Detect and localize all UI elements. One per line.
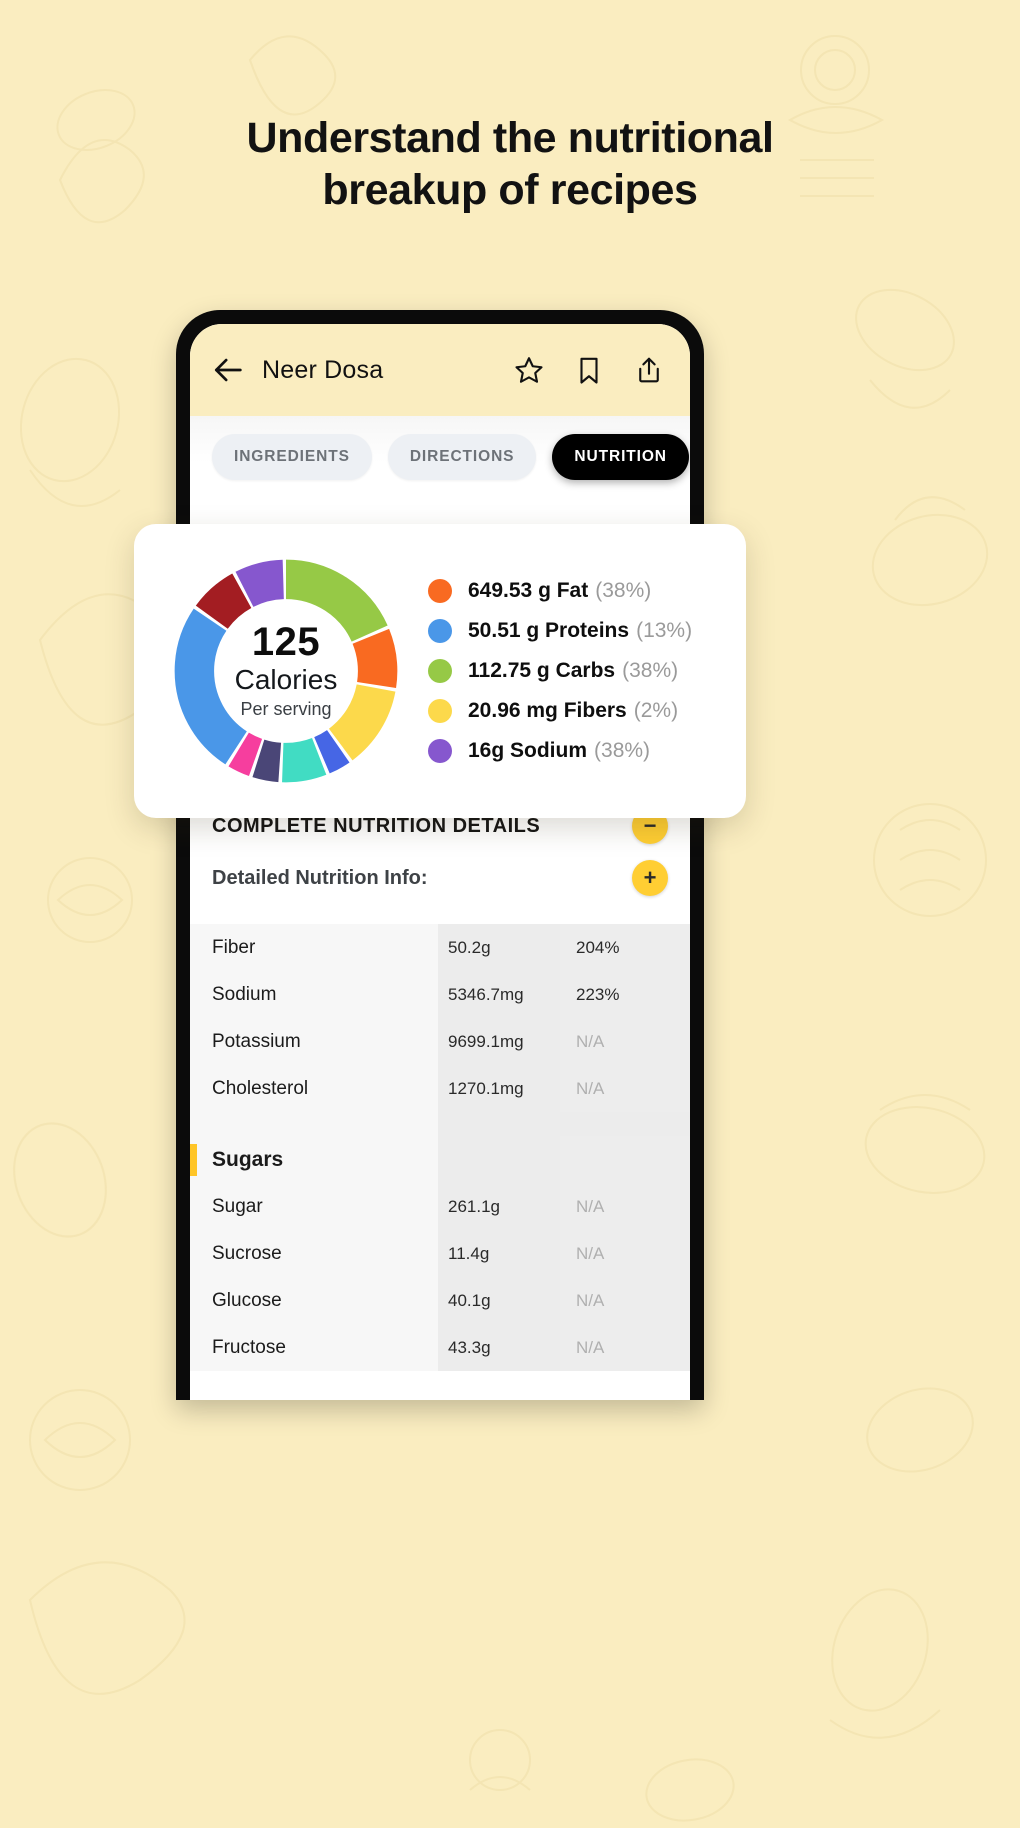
legend-percent: (38%)	[595, 579, 652, 602]
arrow-left-icon[interactable]	[212, 353, 246, 387]
nutrition-summary-card: 125 Calories Per serving 649.53 g Fat (38…	[134, 524, 746, 818]
donut-svg	[174, 559, 398, 783]
nutrient-name: Sugars	[190, 1136, 438, 1183]
nutrient-amount	[438, 1136, 560, 1183]
calorie-donut-chart: 125 Calories Per serving	[170, 555, 402, 787]
nutrient-name: Sucrose	[190, 1230, 438, 1277]
legend-percent: (38%)	[594, 739, 651, 762]
nutrient-name: Sugar	[190, 1183, 438, 1230]
headline-line-2: breakup of recipes	[322, 166, 698, 215]
legend-item: 50.51 g Proteins (13%)	[428, 619, 724, 643]
legend-label: 50.51 g Proteins (13%)	[468, 619, 693, 642]
table-row: Fructose 43.3g N/A	[190, 1324, 690, 1371]
phone-mockup: Neer Dosa INGREDIENTS DIRECTIONS NUTRITI…	[176, 310, 704, 1400]
legend-item: 649.53 g Fat (38%)	[428, 579, 724, 603]
table-row: Fiber 50.2g 204%	[190, 924, 690, 971]
table-row: Sugar 261.1g N/A	[190, 1183, 690, 1230]
nutrient-amount: 50.2g	[438, 924, 560, 971]
nutrient-daily-percent: N/A	[560, 1324, 690, 1371]
nutrient-amount: 40.1g	[438, 1277, 560, 1324]
nutrient-name: Fiber	[190, 924, 438, 971]
nutrient-amount: 43.3g	[438, 1324, 560, 1371]
table-row: Sodium 5346.7mg 223%	[190, 971, 690, 1018]
subsection-title-row: Detailed Nutrition Info: +	[212, 860, 668, 896]
nutrient-name: Glucose	[190, 1277, 438, 1324]
nutrient-amount: 5346.7mg	[438, 971, 560, 1018]
legend-color-dot	[428, 699, 452, 723]
nutrient-daily-percent	[560, 1136, 690, 1183]
subsection-title: Detailed Nutrition Info:	[212, 866, 428, 889]
share-icon[interactable]	[634, 355, 664, 385]
table-row-spacer	[190, 1112, 690, 1136]
legend-color-dot	[428, 619, 452, 643]
bookmark-icon[interactable]	[574, 355, 604, 385]
legend-color-dot	[428, 579, 452, 603]
legend-item: 16g Sodium (38%)	[428, 739, 724, 763]
legend-percent: (13%)	[636, 619, 693, 642]
legend-item: 20.96 mg Fibers (2%)	[428, 699, 724, 723]
nutrient-daily-percent: N/A	[560, 1065, 690, 1112]
legend-label: 16g Sodium (38%)	[468, 739, 651, 762]
nutrient-name: Sodium	[190, 971, 438, 1018]
expand-button[interactable]: +	[632, 860, 668, 896]
recipe-title: Neer Dosa	[262, 355, 384, 384]
legend-label: 20.96 mg Fibers (2%)	[468, 699, 679, 722]
tab-ingredients[interactable]: INGREDIENTS	[212, 434, 372, 480]
star-icon[interactable]	[514, 355, 544, 385]
nutrient-daily-percent: N/A	[560, 1018, 690, 1065]
appbar-actions	[514, 355, 664, 385]
legend-label: 649.53 g Fat (38%)	[468, 579, 652, 602]
phone-screen: Neer Dosa INGREDIENTS DIRECTIONS NUTRITI…	[190, 324, 690, 1400]
table-row: Potassium 9699.1mg N/A	[190, 1018, 690, 1065]
legend-item: 112.75 g Carbs (38%)	[428, 659, 724, 683]
page-title: Understand the nutritional breakup of re…	[0, 112, 1020, 217]
tab-directions[interactable]: DIRECTIONS	[387, 434, 537, 480]
nutrient-daily-percent: N/A	[560, 1277, 690, 1324]
recipe-tabs: INGREDIENTS DIRECTIONS NUTRITION	[190, 416, 690, 496]
nutrient-daily-percent: N/A	[560, 1230, 690, 1277]
nutrient-amount: 261.1g	[438, 1183, 560, 1230]
legend-percent: (2%)	[633, 699, 679, 722]
legend-label: 112.75 g Carbs (38%)	[468, 659, 679, 682]
screenshot-root: Understand the nutritional breakup of re…	[0, 0, 1020, 1828]
nutrient-name: Fructose	[190, 1324, 438, 1371]
nutrient-amount: 11.4g	[438, 1230, 560, 1277]
table-row: Cholesterol 1270.1mg N/A	[190, 1065, 690, 1112]
headline-line-1: Understand the nutritional	[246, 114, 774, 162]
nutrient-amount: 9699.1mg	[438, 1018, 560, 1065]
tab-nutrition[interactable]: NUTRITION	[552, 434, 689, 480]
table-row: Sucrose 11.4g N/A	[190, 1230, 690, 1277]
nutrient-daily-percent: N/A	[560, 1183, 690, 1230]
nutrient-name: Potassium	[190, 1018, 438, 1065]
app-bar: Neer Dosa	[190, 324, 690, 416]
nutrition-table: Fiber 50.2g 204% Sodium 5346.7mg 223% Potassiu…	[190, 924, 690, 1371]
nutrient-daily-percent: 204%	[560, 924, 690, 971]
legend-percent: (38%)	[622, 659, 679, 682]
table-group-row: Sugars	[190, 1136, 690, 1183]
legend-color-dot	[428, 739, 452, 763]
nutrient-name: Cholesterol	[190, 1065, 438, 1112]
table-row: Glucose 40.1g N/A	[190, 1277, 690, 1324]
nutrient-daily-percent: 223%	[560, 971, 690, 1018]
nutrition-legend: 649.53 g Fat (38%) 50.51 g Proteins (13%) 11…	[428, 579, 728, 763]
legend-color-dot	[428, 659, 452, 683]
nutrient-amount: 1270.1mg	[438, 1065, 560, 1112]
